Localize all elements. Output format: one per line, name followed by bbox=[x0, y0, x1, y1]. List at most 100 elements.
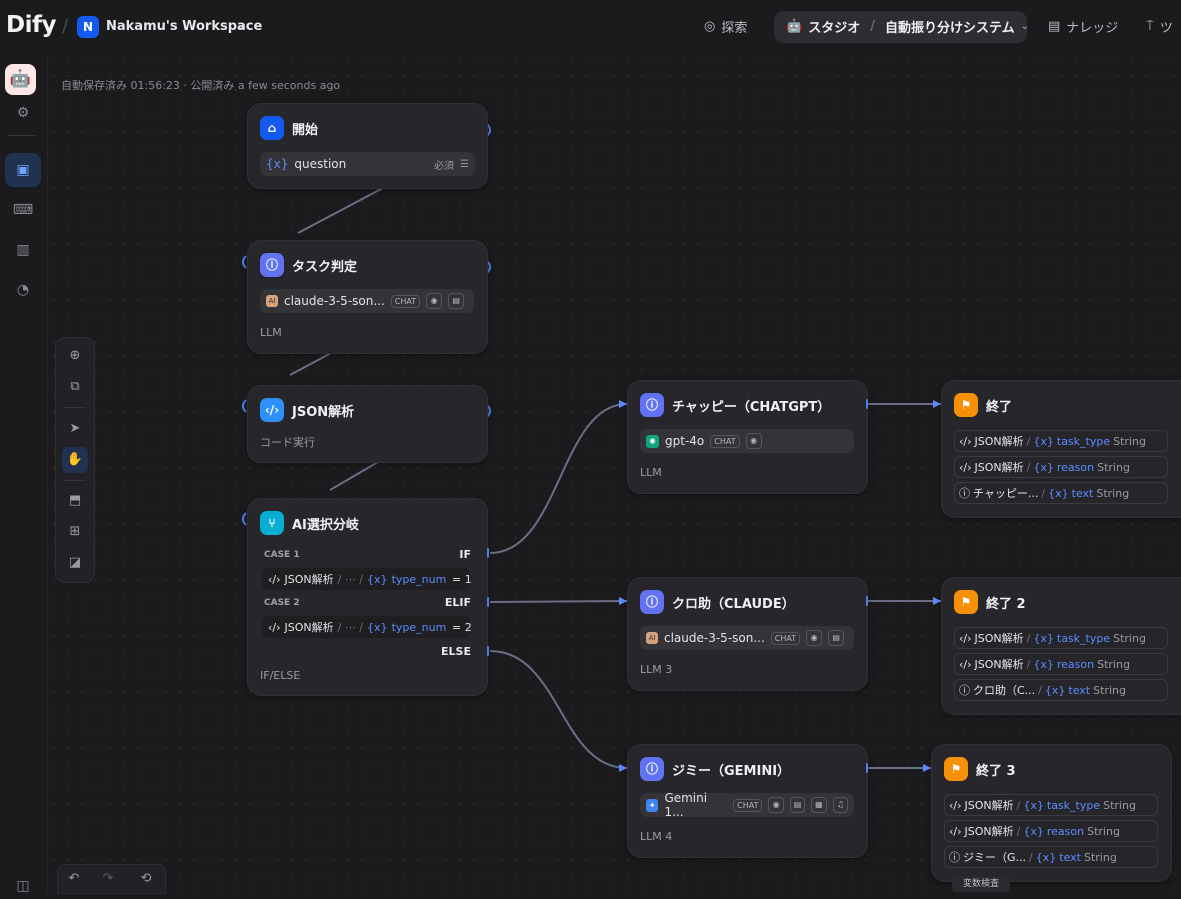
code-icon: ‹/› bbox=[268, 572, 281, 586]
separator: / bbox=[1026, 460, 1031, 474]
nav-tools-label: ツ bbox=[1159, 21, 1173, 36]
collapse-sidebar-icon[interactable]: ◫ bbox=[10, 873, 36, 899]
model-pill[interactable]: AI claude-3-5-son... CHAT ◉ ▤ bbox=[640, 626, 854, 650]
nav-tools[interactable]: ⍑ ツ bbox=[1146, 17, 1173, 36]
condition-1-value: = 1 bbox=[452, 573, 472, 586]
document-icon: ▤ bbox=[789, 797, 806, 813]
handle-gemini-out[interactable] bbox=[866, 763, 868, 773]
output-node: JSON解析 bbox=[964, 825, 1014, 838]
model-name: gpt-4o bbox=[665, 434, 705, 448]
handle-chatgpt-out[interactable] bbox=[866, 399, 868, 409]
node-header: ‹/› JSON解析 bbox=[260, 398, 354, 422]
logs-icon[interactable]: ▥ bbox=[10, 237, 36, 263]
variable-icon: {x} bbox=[1033, 657, 1054, 671]
dify-logo[interactable]: Dify bbox=[6, 12, 56, 38]
input-variable[interactable]: {x} question 必須 ☰ bbox=[260, 152, 475, 176]
orchestrate-icon[interactable]: ▣ bbox=[5, 153, 41, 187]
separator: / bbox=[1029, 850, 1033, 864]
output-var: text bbox=[1068, 683, 1091, 697]
monitor-icon[interactable]: ◔ bbox=[10, 277, 36, 303]
separator: / bbox=[1016, 824, 1021, 838]
anthropic-icon: AI bbox=[646, 632, 658, 644]
node-gemini[interactable]: ⓘ ジミー（GEMINI） ✦ Gemini 1... CHAT ◉ ▤ ▦ ♫… bbox=[627, 744, 868, 858]
node-end-3[interactable]: ⚑ 終了 3 ‹/› JSON解析 / {x} task_type String… bbox=[931, 744, 1172, 882]
node-start[interactable]: ⌂ 開始 {x} question 必須 ☰ bbox=[247, 103, 488, 189]
terminal-icon[interactable]: ⌨ bbox=[10, 197, 36, 223]
node-ifelse[interactable]: ⑂ AI選択分岐 CASE 1 IF ‹/› JSON解析 / ⋯ / {x} … bbox=[247, 498, 488, 696]
output-row: ‹/› JSON解析 / {x} reason String bbox=[944, 820, 1158, 842]
add-note-icon[interactable]: ⧉ bbox=[62, 374, 88, 400]
handle-if-out[interactable] bbox=[487, 548, 489, 558]
llm-icon: ⓘ bbox=[640, 757, 664, 781]
toolbar-divider bbox=[64, 480, 86, 481]
condition-separator: / ⋯ / bbox=[337, 572, 364, 586]
output-node: JSON解析 bbox=[974, 461, 1024, 474]
handle-else-out[interactable] bbox=[487, 646, 489, 656]
output-type: String bbox=[1113, 631, 1146, 645]
variable-inspect-button[interactable]: 変数検査 bbox=[952, 876, 1010, 892]
redo-icon[interactable]: ↷ bbox=[95, 866, 121, 892]
export-image-icon[interactable]: ⬒ bbox=[62, 488, 88, 514]
app-chevron-icon[interactable]: ⌄ bbox=[1021, 21, 1029, 32]
organize-icon[interactable]: ⊞ bbox=[62, 519, 88, 545]
app-name[interactable]: 自動振り分けシステム bbox=[885, 17, 1015, 36]
condition-var: type_num bbox=[391, 572, 447, 586]
node-header: ⑂ AI選択分岐 bbox=[260, 511, 359, 535]
app-icon[interactable]: 🤖 bbox=[5, 64, 36, 95]
model-pill[interactable]: AI claude-3-5-son... CHAT ◉ ▤ bbox=[260, 289, 474, 313]
handle-elif-out[interactable] bbox=[487, 597, 489, 607]
handle-claude-out[interactable] bbox=[866, 596, 868, 606]
variable-icon: {x} bbox=[1033, 631, 1054, 645]
node-end-2[interactable]: ⚑ 終了 2 ‹/› JSON解析 / {x} task_type String… bbox=[941, 577, 1181, 715]
output-type: String bbox=[1083, 850, 1117, 864]
chevron-down-icon[interactable]: ⌄ bbox=[236, 19, 245, 32]
code-icon: ‹/› bbox=[959, 434, 972, 448]
node-claude[interactable]: ⓘ クロ助（CLAUDE） AI claude-3-5-son... CHAT … bbox=[627, 577, 868, 691]
node-json[interactable]: ‹/› JSON解析 コード実行 bbox=[247, 385, 488, 463]
chat-tag: CHAT bbox=[770, 631, 801, 645]
code-icon: ‹/› bbox=[959, 631, 972, 645]
undo-icon[interactable]: ↶ bbox=[61, 866, 87, 892]
nav-studio-group[interactable]: 🤖 スタジオ / 自動振り分けシステム ⌄ bbox=[786, 17, 1029, 36]
history-icon[interactable]: ⟲ bbox=[133, 866, 159, 892]
model-pill[interactable]: ✦ Gemini 1... CHAT ◉ ▤ ▦ ♫ bbox=[640, 791, 854, 819]
node-header: ⚑ 終了 3 bbox=[944, 757, 1016, 781]
edge-if-chatgpt bbox=[489, 403, 628, 554]
output-node: ジミー（G... bbox=[963, 851, 1027, 864]
gemini-icon: ✦ bbox=[646, 798, 659, 812]
node-title: 終了 3 bbox=[976, 763, 1016, 779]
condition-2[interactable]: ‹/› JSON解析 / ⋯ / {x} type_num bbox=[262, 616, 470, 638]
model-name: claude-3-5-son... bbox=[284, 294, 385, 308]
output-node: JSON解析 bbox=[974, 435, 1024, 448]
code-icon: ‹/› bbox=[949, 824, 962, 838]
hand-icon[interactable]: ✋ bbox=[62, 447, 88, 473]
node-task[interactable]: ⓘ タスク判定 AI claude-3-5-son... CHAT ◉ ▤ LL… bbox=[247, 240, 488, 354]
handle-task-in bbox=[242, 255, 247, 269]
vision-icon: ◉ bbox=[426, 293, 443, 309]
minimap-icon[interactable]: ◪ bbox=[62, 550, 88, 576]
nav-explore[interactable]: ◎ 探索 bbox=[704, 17, 747, 36]
code-icon: ‹/› bbox=[260, 398, 284, 422]
node-chatgpt[interactable]: ⓘ チャッピー（CHATGPT） ✺ gpt-4o CHAT ◉ LLM bbox=[627, 380, 868, 494]
workspace-avatar[interactable]: N bbox=[77, 16, 99, 38]
end-icon: ⚑ bbox=[954, 590, 978, 614]
variable-icon: {x} bbox=[1033, 460, 1054, 474]
output-var: reason bbox=[1056, 657, 1095, 671]
add-node-icon[interactable]: ⊕ bbox=[62, 343, 88, 369]
model-pill[interactable]: ✺ gpt-4o CHAT ◉ bbox=[640, 429, 854, 453]
variable-icon: {x} bbox=[367, 620, 388, 634]
node-end-1[interactable]: ⚑ 終了 ‹/› JSON解析 / {x} task_type String ‹… bbox=[941, 380, 1181, 518]
vision-icon: ◉ bbox=[768, 797, 784, 813]
condition-1[interactable]: ‹/› JSON解析 / ⋯ / {x} type_num bbox=[262, 568, 470, 590]
nav-knowledge[interactable]: ▤ ナレッジ bbox=[1048, 17, 1118, 36]
handle-ifelse-in bbox=[242, 512, 247, 526]
code-icon: ‹/› bbox=[268, 620, 281, 634]
arrow-chatgpt bbox=[619, 400, 627, 408]
output-var: task_type bbox=[1056, 631, 1111, 645]
node-title: 終了 2 bbox=[986, 596, 1026, 612]
required-label: 必須 bbox=[434, 160, 455, 172]
case-2-label: CASE 2 bbox=[264, 598, 300, 608]
sliders-icon[interactable]: ⚙ bbox=[10, 100, 36, 126]
case-1-label: CASE 1 bbox=[264, 550, 300, 560]
pointer-icon[interactable]: ➤ bbox=[62, 416, 88, 442]
